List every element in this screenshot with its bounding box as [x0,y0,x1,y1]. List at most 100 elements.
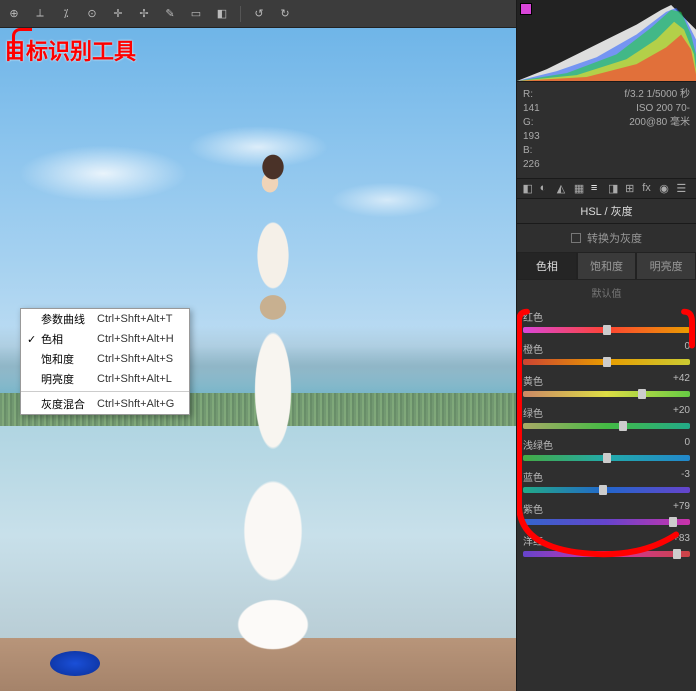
annotation-label: 目标识别工具 [4,34,136,66]
slider-name: 红色 [523,309,543,324]
slider-value[interactable]: 0 [684,437,690,452]
rect-icon[interactable]: ▭ [188,6,204,22]
slider-name: 紫色 [523,501,543,516]
menu-label: 饱和度 [41,351,97,367]
slider-value[interactable]: +20 [673,405,690,420]
slider-track[interactable] [523,359,690,365]
slider-thumb[interactable] [638,389,646,399]
slider-value[interactable]: +79 [673,501,690,516]
eyedropper-icon[interactable]: ⁒ [58,6,74,22]
menu-item-1[interactable]: ✓色相Ctrl+Shft+Alt+H [21,329,189,349]
slider-5: 蓝色 -3 [523,469,690,493]
hsl-tabs: 色相饱和度明亮度 [517,252,696,280]
gradient-icon[interactable]: ◧ [214,6,230,22]
slider-track[interactable] [523,455,690,461]
slider-track[interactable] [523,487,690,493]
slider-name: 橙色 [523,341,543,356]
checkbox-icon [571,233,581,243]
slider-thumb[interactable] [669,517,677,527]
menu-item-3[interactable]: 明亮度Ctrl+Shft+Alt+L [21,369,189,389]
crop-icon[interactable]: ⟂ [32,6,48,22]
tone-icon[interactable]: ◐ [540,182,554,196]
menu-shortcut: Ctrl+Shft+Alt+G [97,398,183,410]
b-value: 226 [523,158,603,172]
rotate-cw-icon[interactable]: ↻ [277,6,293,22]
slider-thumb[interactable] [603,453,611,463]
hsl-icon[interactable]: ≡ [591,182,605,196]
rotate-ccw-icon[interactable]: ↺ [251,6,267,22]
slider-2: 黄色 +42 [523,373,690,397]
image-canvas[interactable]: 目标识别工具 参数曲线Ctrl+Shft+Alt+T✓色相Ctrl+Shft+A… [0,28,516,691]
tab-1[interactable]: 饱和度 [577,252,637,280]
panel-title: HSL / 灰度 [517,199,696,224]
split-icon[interactable]: ◨ [608,182,622,196]
slider-thumb[interactable] [673,549,681,559]
exif-line1: f/3.2 1/5000 秒 [611,88,691,102]
slider-3: 绿色 +20 [523,405,690,429]
slider-thumb[interactable] [619,421,627,431]
menu-item-2[interactable]: 饱和度Ctrl+Shft+Alt+S [21,349,189,369]
crop-icon[interactable]: ◧ [523,182,537,196]
slider-track[interactable] [523,519,690,525]
fx-icon[interactable]: fx [642,182,656,196]
g-label: G: [523,116,603,130]
slider-thumb[interactable] [603,325,611,335]
slider-value[interactable]: -3 [681,469,690,484]
context-menu: 参数曲线Ctrl+Shft+Alt+T✓色相Ctrl+Shft+Alt+H饱和度… [20,308,190,415]
tab-2[interactable]: 明亮度 [636,252,696,280]
slider-thumb[interactable] [599,485,607,495]
slider-list: 红色橙色 0 黄色 +42 绿色 +20 浅绿色 0 蓝色 -3 紫色 +79 洋红 +83 [517,305,696,691]
slider-value[interactable]: 0 [684,341,690,356]
slider-4: 浅绿色 0 [523,437,690,461]
slider-1: 橙色 0 [523,341,690,365]
menu-item-0[interactable]: 参数曲线Ctrl+Shft+Alt+T [21,309,189,329]
slider-track[interactable] [523,327,690,333]
lens-icon[interactable]: ⊞ [625,182,639,196]
menu-label: 灰度混合 [41,396,97,412]
curve-icon[interactable]: ◭ [557,182,571,196]
grayscale-checkbox[interactable]: 转换为灰度 [517,224,696,252]
check-icon: ✓ [27,333,41,346]
menu-label: 明亮度 [41,371,97,387]
slider-name: 洋红 [523,533,543,548]
r-label: R: [523,88,603,102]
g-value: 193 [523,130,603,144]
histogram[interactable] [517,0,696,82]
slider-6: 紫色 +79 [523,501,690,525]
slider-value[interactable]: +83 [673,533,690,548]
exif-line2: ISO 200 70-200@80 毫米 [611,102,691,130]
slider-value[interactable]: +42 [673,373,690,388]
slider-track[interactable] [523,391,690,397]
slider-thumb[interactable] [603,357,611,367]
menu-label: 参数曲线 [41,311,97,327]
presets-icon[interactable]: ☰ [676,182,690,196]
menu-shortcut: Ctrl+Shft+Alt+L [97,373,183,385]
healing-icon[interactable]: ✢ [136,6,152,22]
tab-0[interactable]: 色相 [517,252,577,280]
slider-track[interactable] [523,423,690,429]
brush-icon[interactable]: ✎ [162,6,178,22]
subheader: 默认值 [517,280,696,305]
slider-7: 洋红 +83 [523,533,690,557]
info-readout: R: 141 G: 193 B: 226 f/3.2 1/5000 秒 ISO … [517,82,696,179]
detail-icon[interactable]: ▦ [574,182,588,196]
red-eye-icon[interactable]: ⊙ [84,6,100,22]
sample-color-chip [520,3,532,15]
zoom-icon[interactable]: ⊕ [6,6,22,22]
menu-shortcut: Ctrl+Shft+Alt+T [97,313,183,325]
right-panel: R: 141 G: 193 B: 226 f/3.2 1/5000 秒 ISO … [516,0,696,691]
slider-track[interactable] [523,551,690,557]
slider-name: 绿色 [523,405,543,420]
menu-item-4[interactable]: 灰度混合Ctrl+Shft+Alt+G [21,394,189,414]
grayscale-label: 转换为灰度 [587,230,642,246]
menu-shortcut: Ctrl+Shft+Alt+H [97,333,183,345]
slider-name: 黄色 [523,373,543,388]
b-label: B: [523,144,603,158]
menu-label: 色相 [41,331,97,347]
camera-icon[interactable]: ◉ [659,182,673,196]
target-icon[interactable]: ✛ [110,6,126,22]
menu-shortcut: Ctrl+Shft+Alt+S [97,353,183,365]
slider-name: 浅绿色 [523,437,553,452]
r-value: 141 [523,102,603,116]
slider-name: 蓝色 [523,469,543,484]
